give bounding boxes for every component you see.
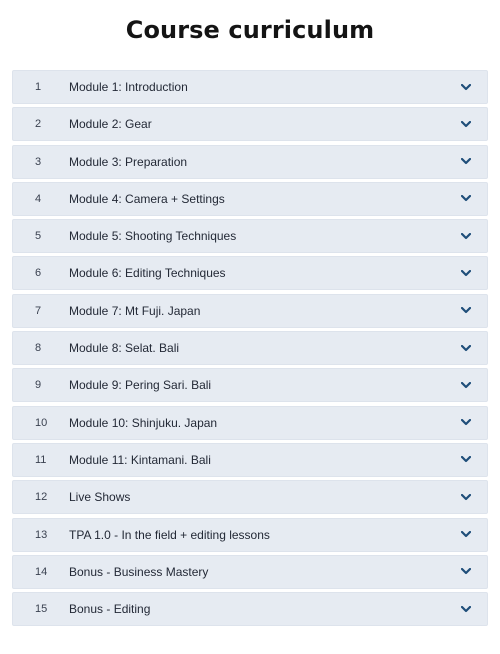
item-number: 11	[35, 453, 47, 466]
curriculum-item[interactable]: 9 Module 9: Pering Sari. Bali	[12, 368, 488, 403]
chevron-down-icon[interactable]	[459, 528, 473, 542]
chevron-down-icon[interactable]	[459, 155, 473, 169]
chevron-down-icon[interactable]	[459, 602, 473, 616]
item-label: Module 8: Selat. Bali	[69, 341, 180, 356]
curriculum-item[interactable]: 15 Bonus - Editing	[12, 592, 488, 627]
item-label: Module 1: Introduction	[69, 80, 188, 94]
item-label: Module 2: Gear	[69, 117, 152, 132]
chevron-down-icon[interactable]	[459, 378, 473, 392]
item-label: TPA 1.0 - In the field + editing lessons	[69, 527, 270, 542]
item-label: Module 9: Pering Sari. Bali	[69, 378, 212, 393]
item-label: Module 6: Editing Techniques	[69, 266, 226, 281]
item-label: Bonus - Business Mastery	[69, 564, 209, 579]
item-number: 7	[35, 304, 42, 317]
item-number: 9	[35, 379, 42, 392]
item-number: 12	[35, 491, 48, 504]
chevron-down-icon[interactable]	[459, 117, 473, 131]
curriculum-item[interactable]: 12 Live Shows	[12, 480, 488, 515]
item-label: Bonus - Editing	[69, 602, 151, 617]
item-label: Live Shows	[69, 490, 131, 505]
curriculum-item[interactable]: 6 Module 6: Editing Techniques	[12, 256, 488, 291]
chevron-down-icon[interactable]	[459, 453, 473, 467]
chevron-down-icon[interactable]	[459, 416, 473, 430]
item-label: Module 4: Camera + Settings	[69, 191, 225, 206]
item-number: 10	[35, 416, 48, 429]
item-label: Module 11: Kintamani. Bali	[69, 452, 211, 467]
chevron-down-icon[interactable]	[459, 341, 473, 355]
curriculum-item[interactable]: 13 TPA 1.0 - In the field + editing less…	[12, 517, 488, 552]
page-title: Course curriculum	[125, 16, 375, 44]
curriculum-item[interactable]: 1 Module 1: Introduction	[12, 70, 488, 104]
chevron-down-icon[interactable]	[459, 565, 473, 579]
chevron-down-icon[interactable]	[459, 80, 473, 94]
curriculum-item[interactable]: 8 Module 8: Selat. Bali	[12, 331, 488, 366]
chevron-down-icon[interactable]	[459, 229, 473, 243]
item-number: 1	[35, 81, 42, 93]
item-number: 5	[35, 230, 42, 243]
item-number: 8	[35, 342, 42, 355]
curriculum-list: 1 Module 1: Introduction 2 Module 2: Gea…	[12, 70, 488, 629]
item-number: 2	[35, 118, 42, 131]
curriculum-item[interactable]: 11 Module 11: Kintamani. Bali	[12, 442, 488, 477]
curriculum-item[interactable]: 2 Module 2: Gear	[12, 107, 488, 142]
curriculum-item[interactable]: 4 Module 4: Camera + Settings	[12, 181, 488, 216]
chevron-down-icon[interactable]	[459, 266, 473, 280]
chevron-down-icon[interactable]	[459, 490, 473, 504]
curriculum-item[interactable]: 7 Module 7: Mt Fuji. Japan	[12, 293, 488, 328]
chevron-down-icon[interactable]	[459, 304, 473, 318]
item-number: 15	[35, 603, 48, 616]
item-label: Module 10: Shinjuku. Japan	[69, 415, 218, 430]
curriculum-item[interactable]: 10 Module 10: Shinjuku. Japan	[12, 405, 488, 440]
item-label: Module 3: Preparation	[69, 154, 188, 169]
item-number: 14	[35, 565, 48, 578]
item-label: Module 5: Shooting Techniques	[69, 229, 237, 244]
curriculum-item[interactable]: 5 Module 5: Shooting Techniques	[12, 219, 488, 254]
curriculum-item[interactable]: 3 Module 3: Preparation	[12, 144, 488, 179]
curriculum-item[interactable]: 14 Bonus - Business Mastery	[12, 554, 488, 589]
item-number: 6	[35, 267, 42, 280]
item-number: 13	[35, 528, 48, 541]
item-label: Module 7: Mt Fuji. Japan	[69, 303, 201, 318]
item-number: 3	[35, 155, 42, 168]
item-number: 4	[35, 192, 42, 205]
chevron-down-icon[interactable]	[459, 192, 473, 206]
